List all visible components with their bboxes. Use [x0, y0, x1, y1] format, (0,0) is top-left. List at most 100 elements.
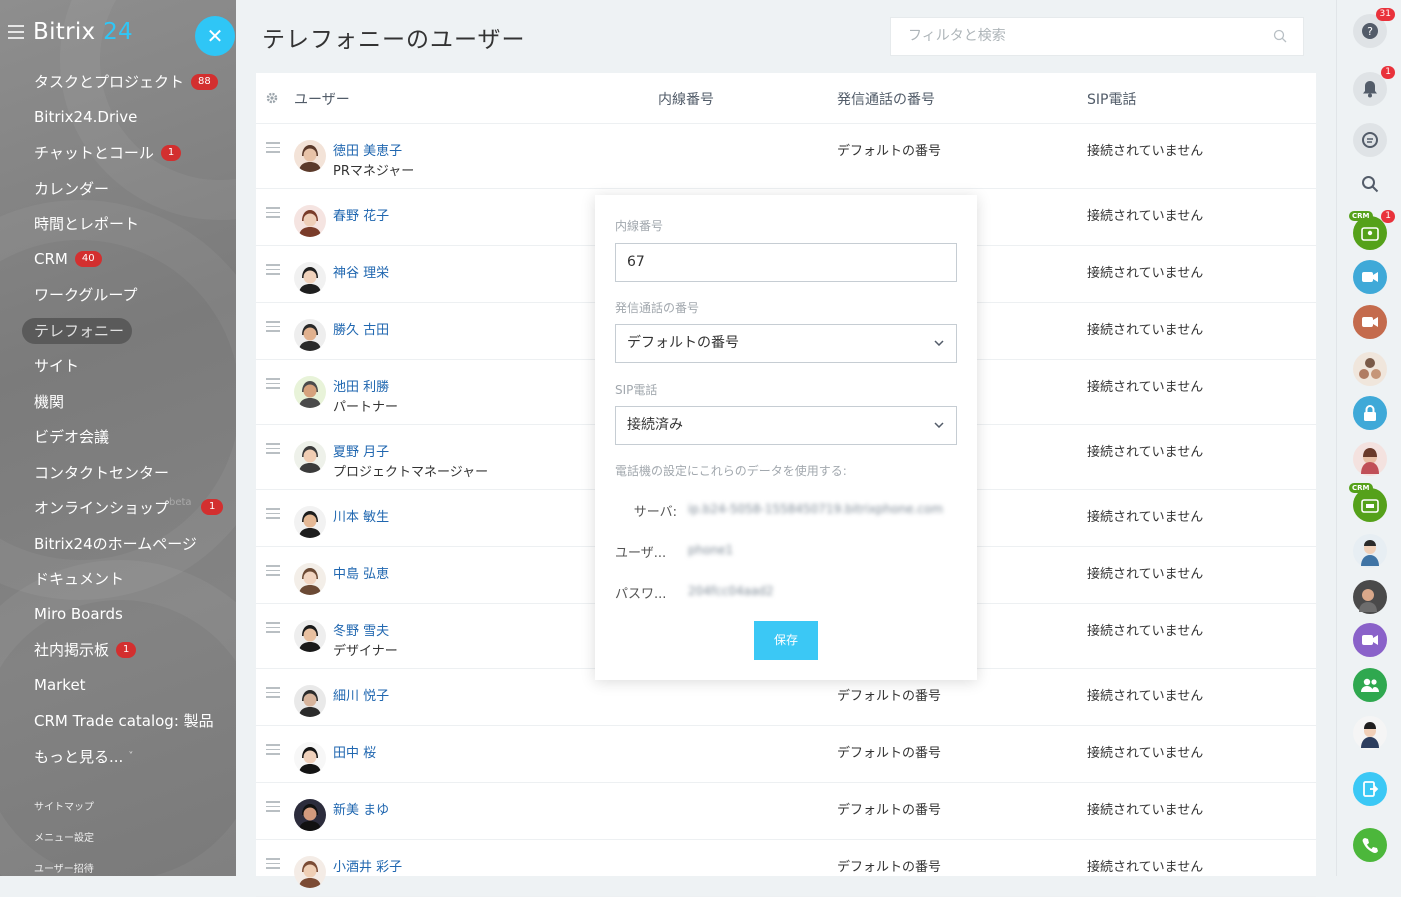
drag-handle-icon[interactable] [266, 378, 280, 392]
sidebar-item[interactable]: Bitrix24のホームページ [0, 526, 236, 562]
drag-handle-icon[interactable] [266, 687, 280, 701]
drag-handle-icon[interactable] [266, 858, 280, 872]
sidebar-item[interactable]: ドキュメント [0, 561, 236, 597]
crm-contact-button[interactable]: CRM 1 [1349, 210, 1395, 250]
outgoing-number-cell[interactable]: デフォルトの番号 [837, 742, 941, 761]
video-chat-button[interactable] [1353, 260, 1387, 294]
notifications-button[interactable]: 1 [1353, 66, 1395, 106]
sidebar-item[interactable]: テレフォニー [0, 313, 236, 349]
user-name-link[interactable]: 小酒井 彩子 [333, 856, 402, 875]
sidebar-item[interactable]: オンラインショップ beta 1 [0, 490, 236, 526]
drag-handle-icon[interactable] [266, 744, 280, 758]
sidebar-item[interactable]: 社内掲示板 1 [0, 632, 236, 668]
video-conference-button[interactable] [1353, 623, 1387, 657]
table-row[interactable]: 徳田 美恵子 PRマネジャー デフォルトの番号 接続されていません [256, 124, 1316, 189]
sidebar-item[interactable]: チャットとコール 1 [0, 135, 236, 171]
col-user[interactable]: ユーザー [294, 89, 350, 109]
help-button[interactable]: ? 31 [1353, 8, 1395, 48]
sitemap-link[interactable]: サイトマップ [34, 798, 94, 813]
video-chat-button-2[interactable] [1353, 305, 1387, 339]
sidebar-item[interactable]: CRM 40 [0, 242, 236, 278]
user-name-link[interactable]: 池田 利勝 [333, 376, 389, 395]
drag-handle-icon[interactable] [266, 508, 280, 522]
sidebar-item[interactable]: ビデオ会議 [0, 419, 236, 455]
user-name-link[interactable]: 春野 花子 [333, 205, 389, 224]
bitrix-logo[interactable]: Bitrix 24 [33, 19, 133, 45]
chat-button[interactable] [1353, 123, 1387, 157]
drag-handle-icon[interactable] [266, 801, 280, 815]
user-name-link[interactable]: 勝久 古田 [333, 319, 389, 338]
outgoing-number-cell[interactable]: デフォルトの番号 [837, 856, 941, 875]
drag-handle-icon[interactable] [266, 321, 280, 335]
user-avatar-chat-4[interactable] [1353, 716, 1387, 750]
locked-chat-button[interactable] [1353, 396, 1387, 430]
group-chat-avatar[interactable] [1353, 352, 1387, 386]
user-name-link[interactable]: 夏野 月子 [333, 441, 389, 460]
avatar[interactable] [294, 620, 326, 652]
user-name-link[interactable]: 冬野 雪夫 [333, 620, 389, 639]
search-button[interactable] [1353, 167, 1387, 201]
col-sip-phone[interactable]: SIP電話 [1087, 89, 1136, 109]
sidebar-item[interactable]: 機関 [0, 384, 236, 420]
sidebar-item[interactable]: タスクとプロジェクト 88 [0, 64, 236, 100]
drag-handle-icon[interactable] [266, 142, 280, 156]
drag-handle-icon[interactable] [266, 565, 280, 579]
user-avatar-chat-2[interactable] [1353, 534, 1387, 568]
sidebar-item[interactable]: Miro Boards [0, 597, 236, 633]
table-row[interactable]: 田中 桜 デフォルトの番号 接続されていません [256, 726, 1316, 783]
avatar[interactable] [294, 799, 326, 831]
avatar[interactable] [294, 376, 326, 408]
sip-select[interactable]: 接続済み [615, 406, 957, 445]
search-input[interactable]: フィルタと検索 [890, 17, 1304, 56]
exit-button[interactable] [1353, 772, 1387, 806]
user-name-link[interactable]: 神谷 理栄 [333, 262, 389, 281]
avatar[interactable] [294, 685, 326, 717]
invite-users-link[interactable]: ユーザー招待 [34, 860, 94, 875]
sidebar-item[interactable]: Bitrix24.Drive [0, 100, 236, 136]
sidebar-item[interactable]: 時間とレポート [0, 206, 236, 242]
avatar[interactable] [294, 441, 326, 473]
phone-call-button[interactable] [1353, 828, 1387, 862]
user-name-link[interactable]: 川本 敏生 [333, 506, 389, 525]
table-row[interactable]: 小酒井 彩子 デフォルトの番号 接続されていません [256, 840, 1316, 897]
extension-input[interactable]: 67 [615, 243, 957, 282]
drag-handle-icon[interactable] [266, 443, 280, 457]
avatar[interactable] [294, 856, 326, 888]
user-avatar-chat-3[interactable] [1353, 580, 1387, 614]
sidebar-item[interactable]: もっと見る... ˅ [0, 739, 236, 775]
outgoing-number-cell[interactable]: デフォルトの番号 [837, 799, 941, 818]
avatar[interactable] [294, 742, 326, 774]
menu-icon[interactable] [8, 25, 24, 39]
sidebar-item[interactable]: カレンダー [0, 171, 236, 207]
table-row[interactable]: 新美 まゆ デフォルトの番号 接続されていません [256, 783, 1316, 840]
avatar[interactable] [294, 205, 326, 237]
user-name-link[interactable]: 徳田 美恵子 [333, 140, 402, 159]
save-button[interactable]: 保存 [754, 621, 818, 660]
col-extension[interactable]: 内線番号 [658, 89, 714, 109]
avatar[interactable] [294, 262, 326, 294]
search-icon[interactable] [1273, 29, 1287, 43]
avatar[interactable] [294, 140, 326, 172]
sidebar-item[interactable]: Market [0, 668, 236, 704]
sidebar-item[interactable]: CRM Trade catalog: 製品 [0, 703, 236, 739]
avatar[interactable] [294, 506, 326, 538]
avatar[interactable] [294, 319, 326, 351]
user-name-link[interactable]: 中島 弘恵 [333, 563, 389, 582]
close-slider-button[interactable]: ✕ [195, 16, 235, 56]
drag-handle-icon[interactable] [266, 622, 280, 636]
group-button[interactable] [1353, 668, 1387, 702]
sidebar-item[interactable]: サイト [0, 348, 236, 384]
outgoing-number-cell[interactable]: デフォルトの番号 [837, 685, 941, 704]
drag-handle-icon[interactable] [266, 207, 280, 221]
sidebar-item[interactable]: ワークグループ [0, 277, 236, 313]
menu-settings-link[interactable]: メニュー設定 [34, 829, 94, 844]
crm-deal-button[interactable]: CRM [1349, 483, 1387, 522]
avatar[interactable] [294, 563, 326, 595]
user-name-link[interactable]: 新美 まゆ [333, 799, 389, 818]
gear-icon[interactable] [265, 91, 279, 105]
sidebar-item[interactable]: コンタクトセンター [0, 455, 236, 491]
user-name-link[interactable]: 細川 悦子 [333, 685, 389, 704]
outgoing-number-cell[interactable]: デフォルトの番号 [837, 140, 941, 159]
drag-handle-icon[interactable] [266, 264, 280, 278]
outgoing-select[interactable]: デフォルトの番号 [615, 324, 957, 363]
